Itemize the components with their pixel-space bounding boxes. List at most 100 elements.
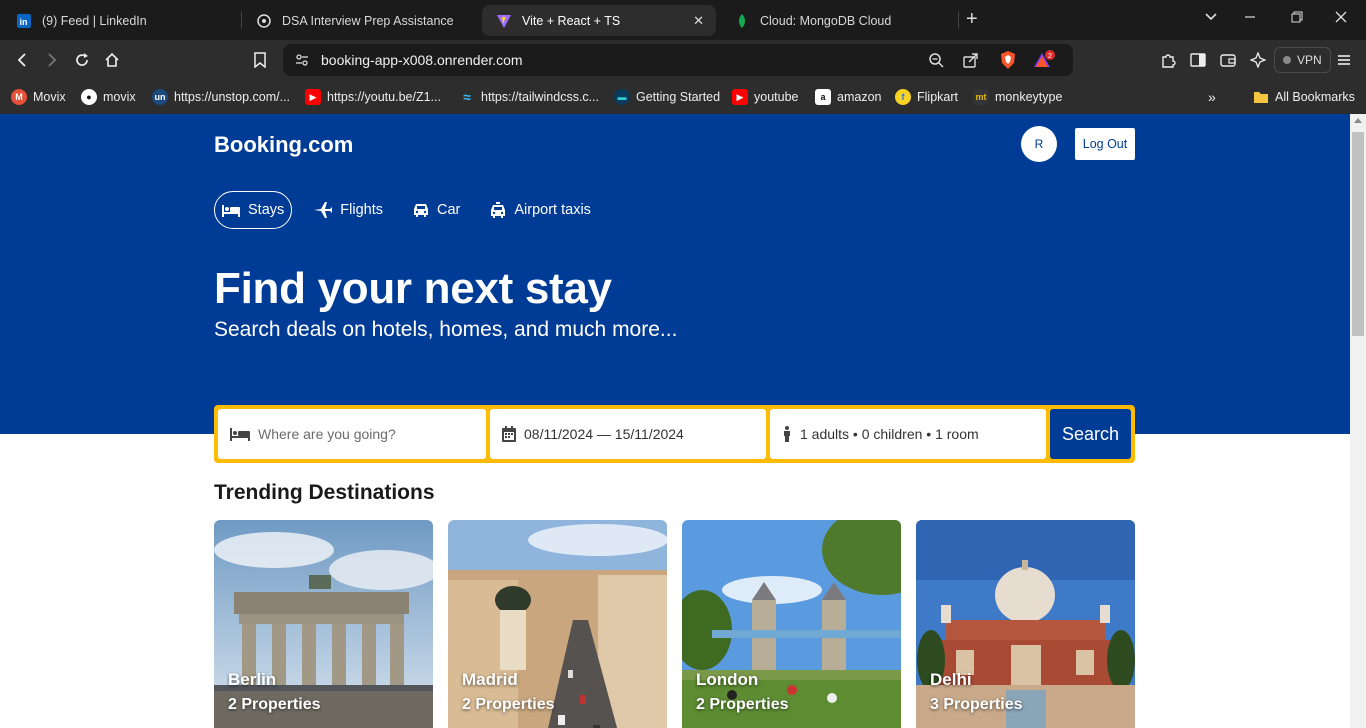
search-bar: 08/11/2024 — 15/11/2024 1 adults • 0 chi… bbox=[214, 405, 1135, 463]
destination-card-delhi[interactable]: Delhi 3 Properties bbox=[916, 520, 1135, 728]
destination-input[interactable] bbox=[258, 426, 458, 442]
scroll-up-arrow-icon[interactable] bbox=[1354, 118, 1362, 123]
wallet-icon[interactable] bbox=[1218, 50, 1238, 70]
plane-icon bbox=[314, 202, 333, 218]
calendar-icon bbox=[502, 426, 516, 442]
back-icon[interactable] bbox=[12, 50, 32, 70]
restore-icon[interactable] bbox=[1290, 10, 1304, 27]
nav-car[interactable]: Car bbox=[405, 191, 468, 229]
bookmarks-bar: M Movix ● movix un https://unstop.com/..… bbox=[0, 80, 1366, 114]
nav-label: Airport taxis bbox=[514, 202, 591, 218]
card-city: Delhi bbox=[930, 670, 972, 689]
forward-icon[interactable] bbox=[42, 50, 62, 70]
openai-icon bbox=[256, 13, 272, 29]
destination-field[interactable] bbox=[218, 409, 486, 459]
bed-icon bbox=[222, 203, 240, 217]
search-button[interactable]: Search bbox=[1050, 409, 1131, 459]
amazon-icon: a bbox=[815, 89, 831, 105]
card-city: London bbox=[696, 670, 759, 689]
destination-card-madrid[interactable]: Madrid 2 Properties bbox=[448, 520, 667, 728]
tab-mongodb[interactable]: Cloud: MongoDB Cloud bbox=[720, 5, 958, 36]
movix-icon: M bbox=[11, 89, 27, 105]
folder-icon bbox=[1253, 89, 1269, 105]
guests-field[interactable]: 1 adults • 0 children • 1 room bbox=[770, 409, 1046, 459]
browser-toolbar: booking-app-x008.onrender.com 2 VPN bbox=[0, 40, 1366, 80]
site-logo[interactable]: Booking.com bbox=[214, 132, 353, 158]
brave-rewards-icon[interactable]: 2 bbox=[1033, 50, 1055, 75]
nav-label: Stays bbox=[248, 202, 285, 218]
bookmark-youtu-be[interactable]: ▶ https://youtu.be/Z1... bbox=[305, 87, 441, 107]
bookmark-flipkart[interactable]: f Flipkart bbox=[895, 87, 958, 107]
tab-linkedin[interactable]: in (9) Feed | LinkedIn bbox=[2, 5, 240, 36]
new-tab-icon[interactable]: + bbox=[966, 8, 978, 30]
nav-stays[interactable]: Stays bbox=[214, 191, 293, 229]
sidebar-icon[interactable] bbox=[1188, 50, 1208, 70]
bed-icon bbox=[230, 427, 250, 441]
bookmark-label: Getting Started bbox=[636, 90, 721, 104]
linkedin-icon: in bbox=[16, 13, 32, 29]
url-text: booking-app-x008.onrender.com bbox=[321, 52, 523, 68]
tab-title: (9) Feed | LinkedIn bbox=[42, 13, 147, 28]
page-scrollbar[interactable] bbox=[1350, 114, 1366, 728]
card-properties: 3 Properties bbox=[930, 696, 1023, 713]
date-range-field[interactable]: 08/11/2024 — 15/11/2024 bbox=[490, 409, 766, 459]
browser-tab-strip: in (9) Feed | LinkedIn DSA Interview Pre… bbox=[0, 0, 1366, 40]
flipkart-icon: f bbox=[895, 89, 911, 105]
address-bar[interactable]: booking-app-x008.onrender.com 2 bbox=[283, 44, 1073, 76]
all-bookmarks[interactable]: All Bookmarks bbox=[1253, 87, 1355, 107]
close-window-icon[interactable] bbox=[1334, 10, 1348, 27]
booking-page: Booking.com R Log Out Stays Flights Car bbox=[0, 114, 1350, 728]
extensions-icon[interactable] bbox=[1158, 50, 1178, 70]
menu-icon[interactable] bbox=[1334, 50, 1354, 70]
rewards-badge: 2 bbox=[1048, 53, 1052, 60]
vite-icon bbox=[496, 13, 512, 29]
brave-shields-icon[interactable] bbox=[999, 50, 1017, 75]
bookmark-github-movix[interactable]: ● movix bbox=[81, 87, 136, 107]
destination-card-london[interactable]: London 2 Properties bbox=[682, 520, 901, 728]
monkeytype-icon: mt bbox=[973, 89, 989, 105]
bookmark-unstop[interactable]: un https://unstop.com/... bbox=[152, 87, 290, 107]
bookmark-monkeytype[interactable]: mt monkeytype bbox=[973, 87, 1062, 107]
car-icon bbox=[413, 203, 429, 217]
logout-button[interactable]: Log Out bbox=[1075, 128, 1135, 160]
tab-search-chevron-icon[interactable] bbox=[1204, 10, 1218, 27]
more-bookmarks-icon[interactable]: » bbox=[1208, 87, 1216, 107]
youtube-icon: ▶ bbox=[732, 89, 748, 105]
bookmark-getting-started[interactable]: ▬ Getting Started bbox=[614, 87, 720, 107]
bookmark-movix[interactable]: M Movix bbox=[11, 87, 66, 107]
minimize-icon[interactable] bbox=[1243, 10, 1257, 27]
svg-text:in: in bbox=[20, 17, 28, 27]
home-icon[interactable] bbox=[102, 50, 122, 70]
tab-title: Cloud: MongoDB Cloud bbox=[760, 13, 892, 28]
tab-separator bbox=[958, 12, 959, 28]
reload-icon[interactable] bbox=[72, 50, 92, 70]
vpn-button[interactable]: VPN bbox=[1274, 47, 1331, 73]
tab-vite[interactable]: Vite + React + TS ✕ bbox=[482, 5, 716, 36]
bookmark-label: https://unstop.com/... bbox=[174, 90, 291, 104]
hero-subtitle: Search deals on hotels, homes, and much … bbox=[214, 318, 678, 341]
close-tab-icon[interactable]: ✕ bbox=[693, 13, 704, 29]
site-info-icon[interactable] bbox=[295, 53, 309, 72]
nav-flights[interactable]: Flights bbox=[306, 191, 391, 229]
vpn-status-icon bbox=[1283, 56, 1291, 64]
bookmark-label: Movix bbox=[33, 90, 66, 104]
nav-airport-taxis[interactable]: Airport taxis bbox=[482, 191, 599, 229]
card-city: Madrid bbox=[462, 670, 518, 689]
leo-ai-icon[interactable] bbox=[1248, 50, 1268, 70]
scrollbar-thumb[interactable] bbox=[1352, 132, 1364, 336]
bookmark-label: youtube bbox=[754, 90, 799, 104]
share-icon[interactable] bbox=[963, 52, 979, 73]
avatar[interactable]: R bbox=[1021, 126, 1057, 162]
getting-started-icon: ▬ bbox=[614, 89, 630, 105]
bookmark-label: amazon bbox=[837, 90, 882, 104]
zoom-icon[interactable] bbox=[928, 52, 944, 73]
tab-dsa[interactable]: DSA Interview Prep Assistance bbox=[242, 5, 480, 36]
bookmark-youtube[interactable]: ▶ youtube bbox=[732, 87, 798, 107]
bookmark-label: movix bbox=[103, 90, 136, 104]
youtube-icon: ▶ bbox=[305, 89, 321, 105]
bookmark-page-icon[interactable] bbox=[250, 50, 270, 70]
bookmark-tailwind[interactable]: ≈ https://tailwindcss.c... bbox=[459, 87, 599, 107]
bookmark-amazon[interactable]: a amazon bbox=[815, 87, 881, 107]
destination-card-berlin[interactable]: Berlin 2 Properties bbox=[214, 520, 433, 728]
nav-label: Flights bbox=[340, 202, 383, 218]
